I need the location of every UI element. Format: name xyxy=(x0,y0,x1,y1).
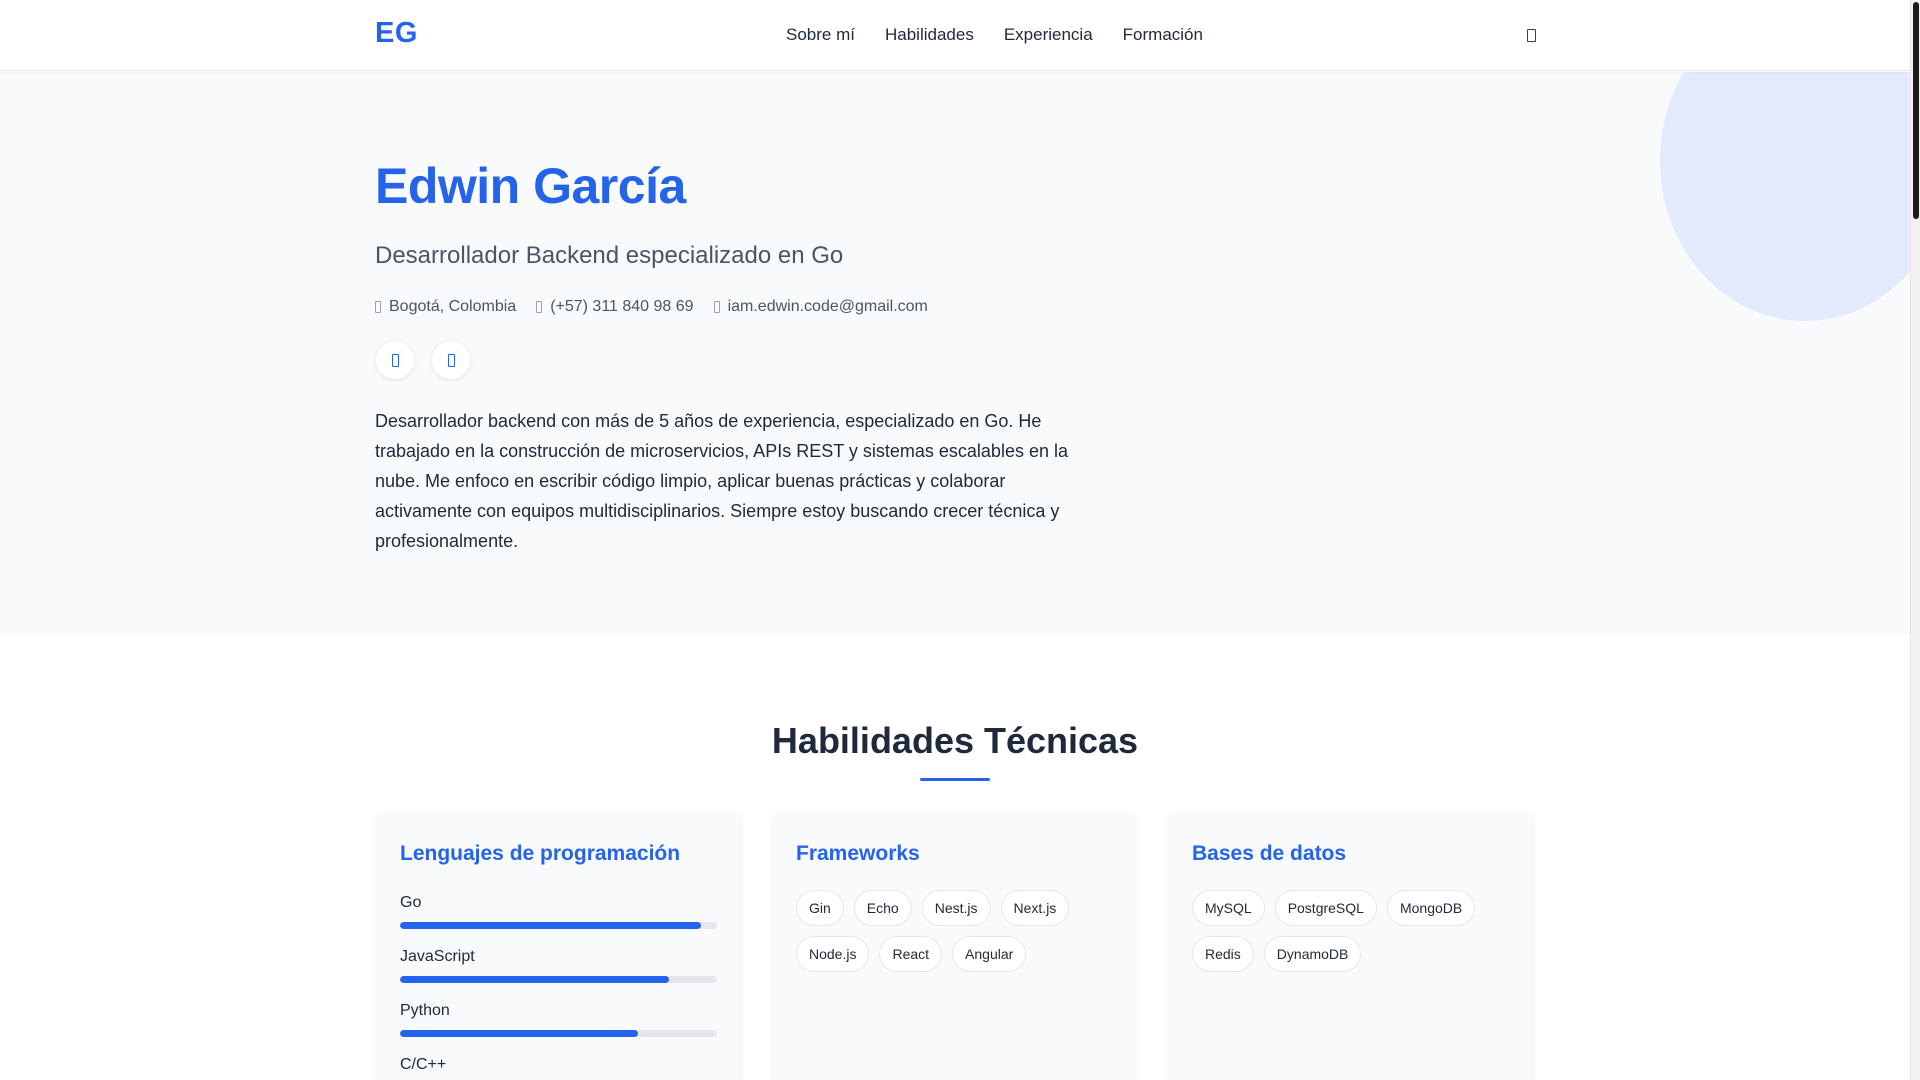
database-tag: MySQL xyxy=(1192,890,1265,926)
nav-experiencia[interactable]: Experiencia xyxy=(1004,25,1093,45)
contact-phone: (+57) 311 840 98 69 xyxy=(536,298,694,316)
skill-bar-fill xyxy=(400,976,670,983)
languages-card-title: Lenguajes de programación xyxy=(400,842,681,865)
skill-item: JavaScript xyxy=(400,948,717,983)
theme-toggle-button[interactable] xyxy=(1524,24,1538,46)
page-scrollbar[interactable] xyxy=(1910,0,1920,1080)
nav-habilidades[interactable]: Habilidades xyxy=(885,25,974,45)
skill-item: Go xyxy=(400,894,717,929)
database-tag: Redis xyxy=(1192,936,1254,972)
languages-card: Lenguajes de programación Go JavaScript … xyxy=(375,812,742,1080)
contact-location: Bogotá, Colombia xyxy=(375,298,516,316)
skill-item: Python xyxy=(400,1002,717,1037)
framework-tag: Next.js xyxy=(1000,890,1070,926)
contact-phone-text: (+57) 311 840 98 69 xyxy=(550,298,694,315)
skill-bar-track xyxy=(400,1030,717,1037)
moon-icon xyxy=(1526,28,1536,42)
linkedin-icon xyxy=(447,353,455,367)
contact-location-text: Bogotá, Colombia xyxy=(389,298,517,315)
skill-bar-fill xyxy=(400,1030,638,1037)
framework-tag: Angular xyxy=(952,936,1027,972)
contact-email: iam.edwin.code@gmail.com xyxy=(713,298,928,316)
logo[interactable]: EG xyxy=(375,17,418,50)
title-underline xyxy=(920,778,990,781)
database-tags: MySQL PostgreSQL MongoDB Redis DynamoDB xyxy=(1192,890,1522,972)
location-icon xyxy=(375,301,381,313)
framework-tag: Nest.js xyxy=(921,890,991,926)
skills-title: Habilidades Técnicas xyxy=(771,720,1139,761)
frameworks-card-title: Frameworks xyxy=(796,842,920,865)
nav-sobre-mi[interactable]: Sobre mí xyxy=(786,25,855,45)
skill-bar-track xyxy=(400,976,717,983)
framework-tag: Node.js xyxy=(796,936,870,972)
email-icon xyxy=(713,301,720,313)
framework-tag: Echo xyxy=(853,890,912,926)
decorative-circle xyxy=(1660,72,1910,321)
framework-tag: Gin xyxy=(796,890,844,926)
skill-name: C/C++ xyxy=(400,1056,447,1073)
skill-name: JavaScript xyxy=(400,948,475,965)
skill-bar-track xyxy=(400,922,717,929)
framework-tag: React xyxy=(879,936,943,972)
framework-tags: Gin Echo Nest.js Next.js Node.js React A… xyxy=(796,890,1126,972)
skill-name: Python xyxy=(400,1002,450,1019)
skill-name: Go xyxy=(400,894,422,911)
hero-section: Edwin García Desarrollador Backend espec… xyxy=(0,72,1910,635)
databases-card: Bases de datos MySQL PostgreSQL MongoDB … xyxy=(1167,812,1534,1080)
database-tag: PostgreSQL xyxy=(1274,890,1377,926)
github-icon xyxy=(391,353,399,367)
nav-formacion[interactable]: Formación xyxy=(1123,25,1203,45)
hero-bio: Desarrollador backend con más de 5 años … xyxy=(375,411,1068,551)
phone-icon xyxy=(536,301,543,313)
skill-item: C/C++ xyxy=(400,1056,717,1080)
database-tag: DynamoDB xyxy=(1263,936,1362,972)
frameworks-card: Frameworks Gin Echo Nest.js Next.js Node… xyxy=(771,812,1138,1080)
scrollbar-thumb[interactable] xyxy=(1913,2,1919,219)
database-tag: MongoDB xyxy=(1386,890,1476,926)
github-button[interactable] xyxy=(375,340,415,380)
social-links xyxy=(375,340,471,380)
site-header: EG Sobre mí Habilidades Experiencia Form… xyxy=(0,0,1910,71)
linkedin-button[interactable] xyxy=(431,340,471,380)
contact-list: Bogotá, Colombia (+57) 311 840 98 69 iam… xyxy=(375,298,928,316)
hero-role: Desarrollador Backend especializado en G… xyxy=(375,242,844,269)
hero-name: Edwin García xyxy=(375,158,686,214)
databases-card-title: Bases de datos xyxy=(1192,842,1347,865)
contact-email-text: iam.edwin.code@gmail.com xyxy=(727,298,928,315)
main-nav: Sobre mí Habilidades Experiencia Formaci… xyxy=(786,25,1203,45)
skill-bar-fill xyxy=(400,922,702,929)
